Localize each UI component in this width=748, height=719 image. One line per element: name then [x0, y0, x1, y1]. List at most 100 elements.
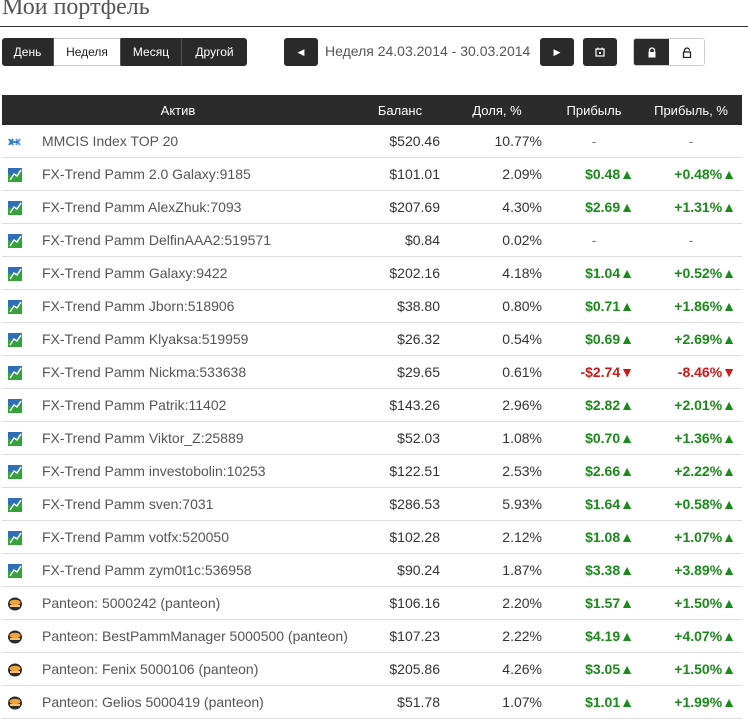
asset-balance: $207.69	[354, 190, 446, 224]
asset-share: 1.87%	[446, 553, 548, 587]
table-row[interactable]: FX-Trend Pamm zym0t1c:536958 $90.24 1.87% $…	[2, 553, 742, 587]
table-row[interactable]: FX-Trend Pamm Galaxy:9422 $202.16 4.18% $1.…	[2, 256, 742, 290]
asset-name[interactable]: FX-Trend Pamm Jborn:518906	[36, 289, 354, 323]
table-row[interactable]: FX-Trend Pamm 2.0 Galaxy:9185 $101.01 2.09…	[2, 157, 742, 191]
asset-name[interactable]: Panteon: Fenix 5000106 (panteon)	[36, 652, 354, 686]
asset-share: 2.20%	[446, 586, 548, 620]
asset-name[interactable]: MMCIS Index TOP 20	[36, 125, 354, 158]
asset-balance: $0.84	[354, 223, 446, 257]
column-profit-pct[interactable]: Прибыль, %	[640, 95, 742, 125]
asset-balance: $122.51	[354, 454, 446, 488]
column-balance[interactable]: Баланс	[354, 95, 446, 125]
asset-profit: -	[548, 223, 640, 257]
asset-name[interactable]: Panteon: BestPammManager 5000500 (panteo…	[36, 619, 354, 653]
asset-profit: $1.64▲	[548, 487, 640, 521]
table-row[interactable]: FX-Trend Pamm AlexZhuk:7093 $207.69 4.30% $…	[2, 190, 742, 224]
asset-share: 2.96%	[446, 388, 548, 422]
profit-pct-value: -	[688, 232, 694, 248]
table-row[interactable]: MMCIS Index TOP 20 $520.46 10.77% - -	[2, 125, 742, 158]
asset-name[interactable]: FX-Trend Pamm DelfinAAA2:519571	[36, 223, 354, 257]
asset-share: 5.93%	[446, 487, 548, 521]
panteon-logo-icon	[8, 694, 22, 710]
column-profit[interactable]: Прибыль	[548, 95, 640, 125]
table-row[interactable]: FX-Trend Pamm investobolin:10253 $122.51 2…	[2, 454, 742, 488]
table-row[interactable]: FX-Trend Pamm Nickma:533638 $29.65 0.61% -$…	[2, 355, 742, 389]
asset-profit: $0.70▲	[548, 421, 640, 455]
profit-value: -$2.74	[580, 364, 621, 380]
table-row[interactable]: FX-Trend Pamm votfx:520050 $102.28 2.12% $1…	[2, 520, 742, 554]
profit-pct-value: +2.01%	[674, 397, 723, 413]
fx-trend-logo-icon	[8, 529, 22, 546]
lock-button[interactable]	[634, 39, 669, 65]
arrow-up-icon: ▲	[620, 430, 634, 446]
asset-name[interactable]: FX-Trend Pamm investobolin:10253	[36, 454, 354, 488]
table-row[interactable]: FX-Trend Pamm Klyaksa:519959 $26.32 0.54% $…	[2, 322, 742, 356]
period-custom-button[interactable]: Другой	[182, 38, 247, 66]
profit-value: $1.01	[585, 694, 621, 710]
asset-name[interactable]: FX-Trend Pamm 2.0 Galaxy:9185	[36, 157, 354, 191]
asset-profit-pct: +0.48%▲	[640, 157, 742, 191]
arrow-right-icon: ▶	[553, 46, 561, 57]
portfolio-table: Актив Баланс Доля, % Прибыль Прибыль, % …	[2, 95, 742, 719]
asset-name[interactable]: FX-Trend Pamm Nickma:533638	[36, 355, 354, 389]
arrow-up-icon: ▲	[620, 661, 634, 677]
table-row[interactable]: FX-Trend Pamm DelfinAAA2:519571 $0.84 0.02…	[2, 223, 742, 257]
fx-trend-logo-icon	[8, 331, 22, 348]
period-day-button[interactable]: День	[2, 38, 54, 66]
asset-name[interactable]: FX-Trend Pamm Klyaksa:519959	[36, 322, 354, 356]
asset-icon-cell	[2, 487, 36, 521]
prev-period-button[interactable]: ◀	[284, 38, 318, 66]
asset-profit-pct: +1.99%▲	[640, 685, 742, 719]
table-row[interactable]: Panteon: 5000242 (panteon) $106.16 2.20% $1…	[2, 586, 742, 620]
table-row[interactable]: Panteon: BestPammManager 5000500 (panteo…	[2, 619, 742, 653]
asset-share: 1.07%	[446, 685, 548, 719]
arrow-down-icon: ▼	[620, 364, 634, 380]
asset-name[interactable]: FX-Trend Pamm votfx:520050	[36, 520, 354, 554]
asset-profit-pct: +4.07%▲	[640, 619, 742, 653]
fx-trend-logo-icon	[8, 397, 22, 414]
table-row[interactable]: FX-Trend Pamm Patrik:11402 $143.26 2.96% $2…	[2, 388, 742, 422]
calendar-button[interactable]	[583, 38, 617, 66]
column-share[interactable]: Доля, %	[446, 95, 548, 125]
profit-value: $2.69	[585, 199, 621, 215]
asset-balance: $26.32	[354, 322, 446, 356]
asset-name[interactable]: Panteon: 5000242 (panteon)	[36, 586, 354, 620]
asset-balance: $29.65	[354, 355, 446, 389]
profit-value: $1.08	[585, 529, 621, 545]
asset-profit-pct: +2.69%▲	[640, 322, 742, 356]
arrow-left-icon: ◀	[297, 46, 305, 57]
table-row[interactable]: FX-Trend Pamm sven:7031 $286.53 5.93% $1.64…	[2, 487, 742, 521]
asset-name[interactable]: FX-Trend Pamm Galaxy:9422	[36, 256, 354, 290]
asset-name[interactable]: FX-Trend Pamm Patrik:11402	[36, 388, 354, 422]
arrow-up-icon: ▲	[620, 199, 634, 215]
profit-pct-value: -	[688, 133, 694, 149]
column-asset[interactable]: Актив	[2, 95, 354, 125]
profit-value: $0.69	[585, 331, 621, 347]
table-row[interactable]: FX-Trend Pamm Jborn:518906 $38.80 0.80% $0.…	[2, 289, 742, 323]
asset-icon-cell	[2, 553, 36, 587]
asset-name[interactable]: FX-Trend Pamm sven:7031	[36, 487, 354, 521]
asset-profit-pct: +2.01%▲	[640, 388, 742, 422]
asset-icon-cell	[2, 157, 36, 191]
asset-balance: $205.86	[354, 652, 446, 686]
asset-name[interactable]: FX-Trend Pamm zym0t1c:536958	[36, 553, 354, 587]
asset-icon-cell	[2, 619, 36, 653]
next-period-button[interactable]: ▶	[540, 38, 574, 66]
table-row[interactable]: FX-Trend Pamm Viktor_Z:25889 $52.03 1.08% $…	[2, 421, 742, 455]
page-title: Мои портфель	[2, 0, 150, 20]
period-week-button[interactable]: Неделя	[54, 38, 121, 66]
asset-icon-cell	[2, 223, 36, 257]
asset-name[interactable]: FX-Trend Pamm Viktor_Z:25889	[36, 421, 354, 455]
unlock-button[interactable]	[669, 39, 704, 65]
date-range-label: Неделя 24.03.2014 - 30.03.2014	[325, 43, 531, 59]
table-row[interactable]: Panteon: Gelios 5000419 (panteon) $51.78 1…	[2, 685, 742, 719]
arrow-up-icon: ▲	[722, 166, 736, 182]
period-month-button[interactable]: Месяц	[121, 38, 182, 66]
title-divider	[0, 26, 748, 27]
asset-name[interactable]: FX-Trend Pamm AlexZhuk:7093	[36, 190, 354, 224]
profit-value: -	[591, 232, 597, 248]
arrow-up-icon: ▲	[620, 298, 634, 314]
arrow-up-icon: ▲	[722, 397, 736, 413]
table-row[interactable]: Panteon: Fenix 5000106 (panteon) $205.86 4…	[2, 652, 742, 686]
asset-name[interactable]: Panteon: Gelios 5000419 (panteon)	[36, 685, 354, 719]
